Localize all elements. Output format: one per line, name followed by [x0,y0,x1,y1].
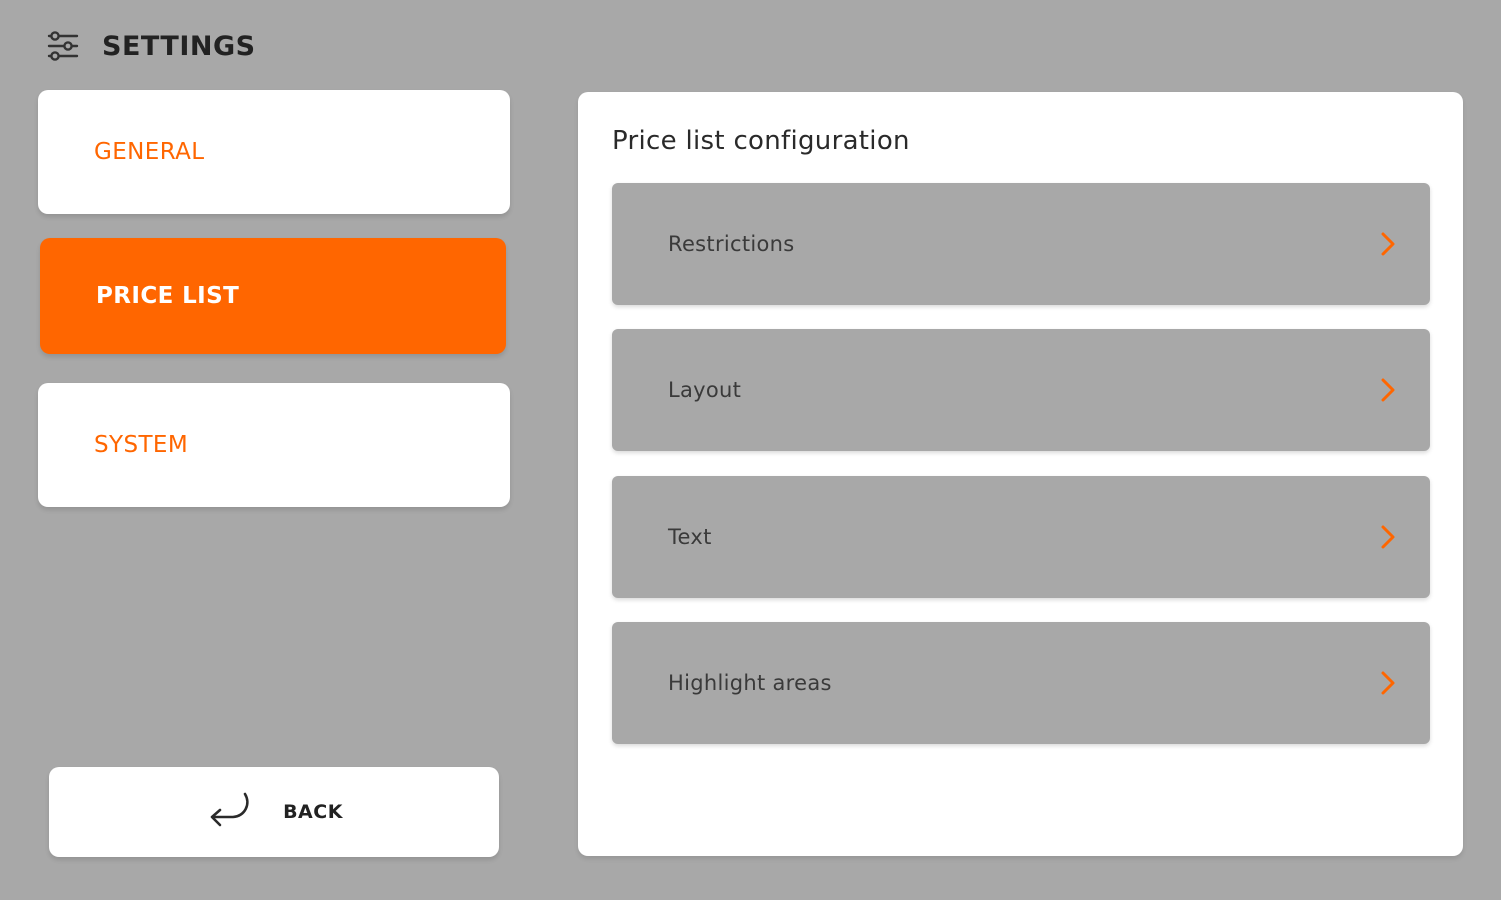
panel-title: Price list configuration [612,126,910,156]
config-item-label: Restrictions [668,232,795,256]
nav-item-system[interactable]: SYSTEM [38,383,510,507]
config-item-text[interactable]: Text [612,476,1430,598]
back-label: BACK [283,801,343,823]
nav-item-general[interactable]: GENERAL [38,90,510,214]
page-header: SETTINGS [46,24,256,68]
chevron-right-icon [1380,524,1396,550]
config-item-layout[interactable]: Layout [612,329,1430,451]
config-panel: Price list configuration Restrictions La… [578,92,1463,856]
config-item-label: Text [668,525,712,549]
config-item-highlight-areas[interactable]: Highlight areas [612,622,1430,744]
config-item-restrictions[interactable]: Restrictions [612,183,1430,305]
config-item-label: Layout [668,378,742,402]
chevron-right-icon [1380,377,1396,403]
nav-item-price-list[interactable]: PRICE LIST [40,238,506,354]
page-title: SETTINGS [102,30,256,62]
config-item-label: Highlight areas [668,671,832,695]
sliders-icon [46,29,80,63]
return-arrow-icon [205,790,253,834]
chevron-right-icon [1380,670,1396,696]
back-button[interactable]: BACK [49,767,499,857]
chevron-right-icon [1380,231,1396,257]
